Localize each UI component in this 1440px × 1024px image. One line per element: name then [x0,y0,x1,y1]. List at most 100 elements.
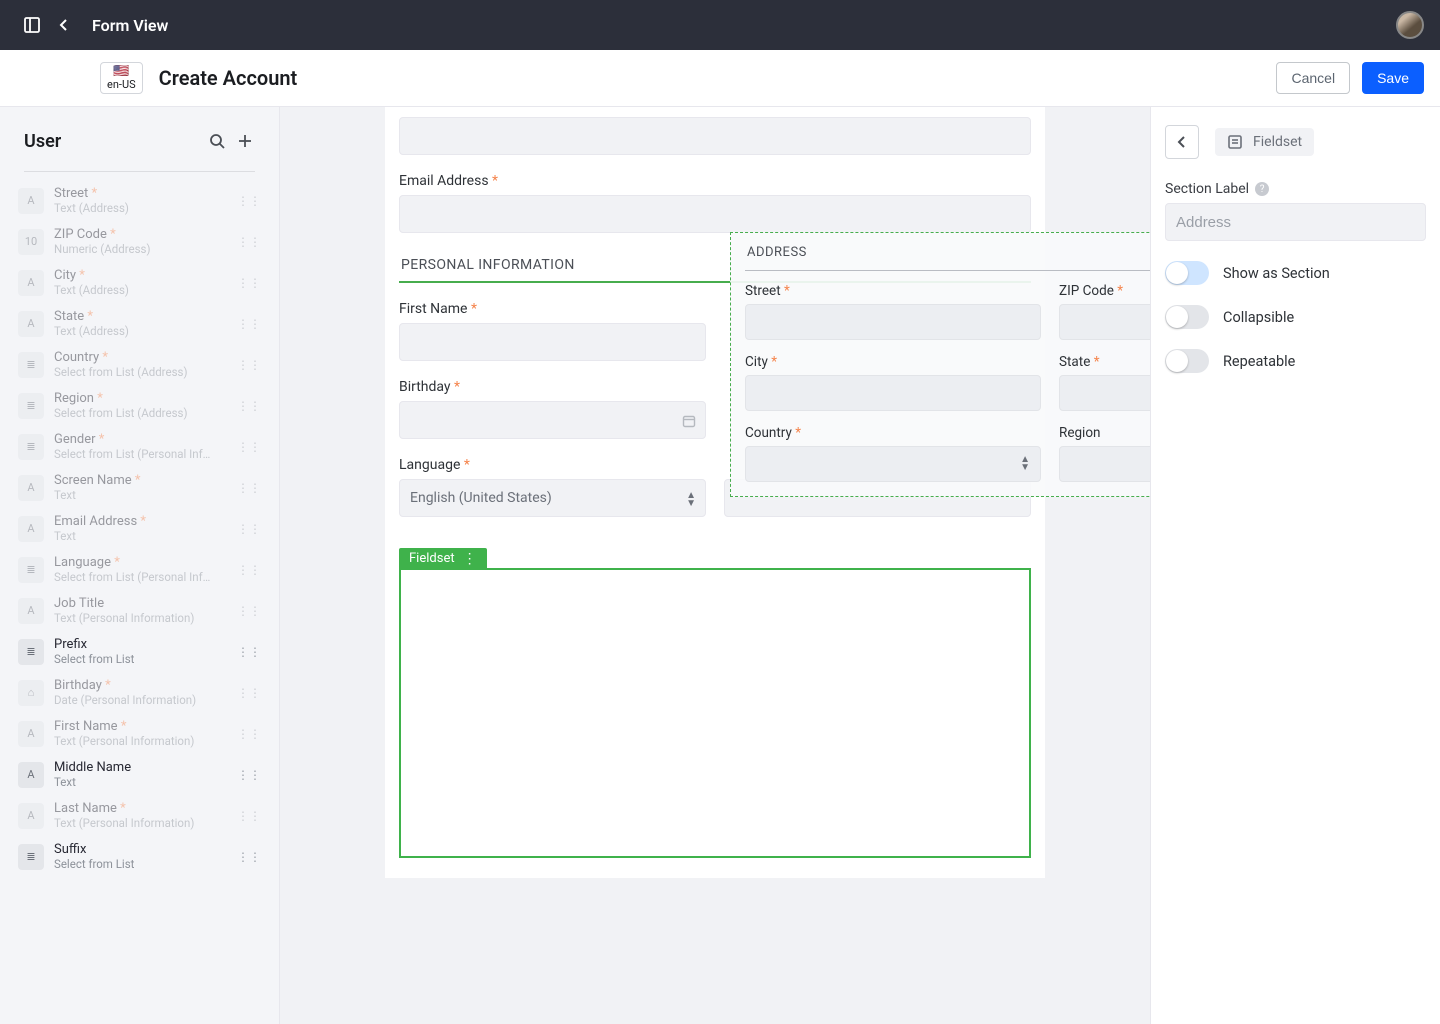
drag-city-input[interactable] [745,375,1041,411]
email-input[interactable] [399,195,1031,233]
cancel-button[interactable]: Cancel [1276,62,1350,94]
show-as-section-toggle[interactable] [1165,261,1209,285]
language-select[interactable]: English (United States) [399,479,706,517]
field-sub: Text (Personal Information) [54,611,237,625]
sidebar-field-item[interactable]: AFirst Name *Text (Personal Information)… [8,713,271,754]
drag-street-input[interactable] [745,304,1041,340]
field-type-icon: ≣ [18,557,44,583]
field-type-icon: A [18,270,44,296]
sidebar-field-item[interactable]: ≣Language *Select from List (Personal In… [8,549,271,590]
grip-icon[interactable]: ⋮⋮ [237,850,261,864]
locale-badge[interactable]: 🇺🇸 en-US [100,62,143,94]
grip-icon[interactable]: ⋮⋮ [237,276,261,290]
page-header: 🇺🇸 en-US Create Account Cancel Save [0,50,1440,107]
properties-panel: Fieldset Section Label ? Show as Section… [1150,107,1440,1024]
grip-icon[interactable]: ⋮⋮ [237,358,261,372]
app-topbar: Form View [0,0,1440,50]
field-name: Screen Name * [54,473,237,488]
collapsible-toggle[interactable] [1165,305,1209,329]
save-button[interactable]: Save [1362,62,1424,94]
show-as-section-label: Show as Section [1223,265,1330,282]
screen-name-input[interactable] [399,117,1031,155]
avatar[interactable] [1396,11,1424,39]
repeatable-toggle[interactable] [1165,349,1209,373]
field-name: City * [54,268,237,283]
field-type-icon: A [18,475,44,501]
grip-icon[interactable]: ⋮⋮ [237,317,261,331]
sidebar-field-item[interactable]: AStreet *Text (Address)⋮⋮ [8,180,271,221]
field-type-icon: A [18,762,44,788]
drag-zip-input[interactable] [1059,304,1150,340]
field-sub: Numeric (Address) [54,242,237,256]
sidebar-field-item[interactable]: AJob TitleText (Personal Information)⋮⋮ [8,590,271,631]
field-sub: Select from List [54,857,237,871]
page-title: Create Account [159,66,298,90]
field-type-icon: A [18,803,44,829]
sidebar-field-item[interactable]: ≣ SuffixSelect from List⋮⋮ [8,836,271,877]
sidebar-field-item[interactable]: ≣Region *Select from List (Address)⋮⋮ [8,385,271,426]
field-type-icon: A [18,311,44,337]
drag-country-select[interactable]: ▲▼ [745,446,1041,482]
drag-state-input[interactable]: ▲▼ [1059,375,1150,411]
sidebar-field-item[interactable]: ⌂Birthday *Date (Personal Information)⋮⋮ [8,672,271,713]
sidebar-field-item[interactable]: 10ZIP Code *Numeric (Address)⋮⋮ [8,221,271,262]
sidebar-field-item[interactable]: ≣Country *Select from List (Address)⋮⋮ [8,344,271,385]
field-name: Email Address * [54,514,237,529]
sidebar-field-item[interactable]: AMiddle NameText⋮⋮ [8,754,271,795]
sidebar-field-item[interactable]: ACity *Text (Address)⋮⋮ [8,262,271,303]
grip-icon[interactable]: ⋮⋮ [237,727,261,741]
field-sub: Text [54,529,237,543]
grip-icon[interactable]: ⋮⋮ [237,399,261,413]
sidebar-field-item[interactable]: ≣Gender *Select from List (Personal Inf…… [8,426,271,467]
help-icon[interactable]: ? [1255,182,1269,196]
props-crumb: Fieldset [1215,128,1314,156]
field-sub: Select from List (Address) [54,406,237,420]
more-icon[interactable]: ⋮ [463,552,477,566]
grip-icon[interactable]: ⋮⋮ [237,563,261,577]
back-icon[interactable] [48,9,80,41]
chevron-updown-icon: ▲▼ [686,492,696,508]
field-type-icon: A [18,188,44,214]
sidebar-field-item[interactable]: ≣PrefixSelect from List⋮⋮ [8,631,271,672]
section-label-input[interactable] [1165,203,1426,241]
field-sub: Text (Personal Information) [54,734,237,748]
grip-icon[interactable]: ⋮⋮ [237,522,261,536]
field-sub: Text [54,775,237,789]
search-icon[interactable] [203,127,231,155]
field-sub: Select from List (Personal Inf… [54,447,237,461]
grip-icon[interactable]: ⋮⋮ [237,686,261,700]
collapsible-label: Collapsible [1223,309,1294,326]
field-name: Suffix [54,842,237,857]
sidebar-field-item[interactable]: AScreen Name *Text⋮⋮ [8,467,271,508]
birthday-input[interactable] [399,401,706,439]
first-name-input[interactable] [399,323,706,361]
field-sub: Select from List (Personal Inf… [54,570,237,584]
drag-title: ADDRESS [747,245,807,260]
grip-icon[interactable]: ⋮⋮ [237,440,261,454]
sidebar-field-item[interactable]: ALast Name *Text (Personal Information)⋮… [8,795,271,836]
sidebar-field-item[interactable]: AState *Text (Address)⋮⋮ [8,303,271,344]
panel-toggle-icon[interactable] [16,9,48,41]
sidebar: User AStreet *Text (Address)⋮⋮10ZIP Code… [0,107,280,1024]
drag-region-select[interactable]: ▲▼ [1059,446,1150,482]
grip-icon[interactable]: ⋮⋮ [237,809,261,823]
grip-icon[interactable]: ⋮⋮ [237,194,261,208]
grip-icon[interactable]: ⋮⋮ [237,481,261,495]
sidebar-field-item[interactable]: AEmail Address *Text⋮⋮ [8,508,271,549]
field-type-icon: 10 [18,229,44,255]
field-sub: Select from List (Address) [54,365,237,379]
grip-icon[interactable]: ⋮⋮ [237,645,261,659]
field-name: Birthday * [54,678,237,693]
grip-icon[interactable]: ⋮⋮ [237,604,261,618]
add-icon[interactable] [231,127,259,155]
grip-icon[interactable]: ⋮⋮ [237,768,261,782]
field-type-icon: ≣ [18,393,44,419]
field-name: Prefix [54,637,237,652]
props-back-button[interactable] [1165,125,1199,159]
field-type-icon: ≣ [18,844,44,870]
grip-icon[interactable]: ⋮⋮ [237,235,261,249]
fieldset-dropzone[interactable]: Fieldset ⋮ [399,547,1031,858]
fieldset-tag[interactable]: Fieldset ⋮ [399,548,487,569]
field-name: Country * [54,350,237,365]
form-canvas: Email Address * PERSONAL INFORMATION Fir… [280,107,1150,1024]
